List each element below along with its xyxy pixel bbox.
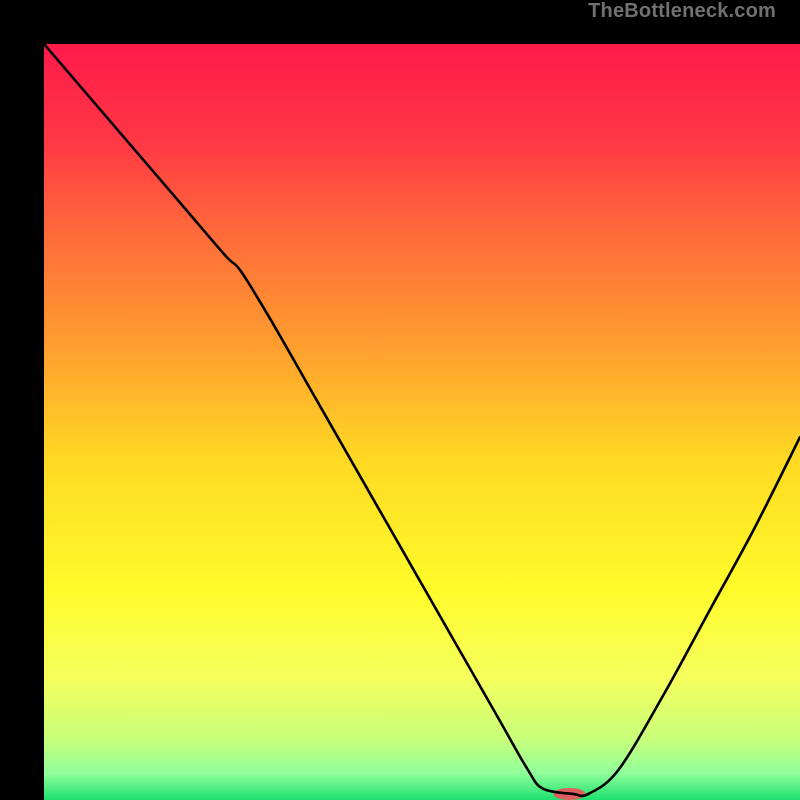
chart-background: [44, 44, 800, 800]
watermark-text: TheBottleneck.com: [588, 0, 776, 23]
chart-frame: [0, 0, 800, 800]
bottleneck-chart: [44, 44, 800, 800]
